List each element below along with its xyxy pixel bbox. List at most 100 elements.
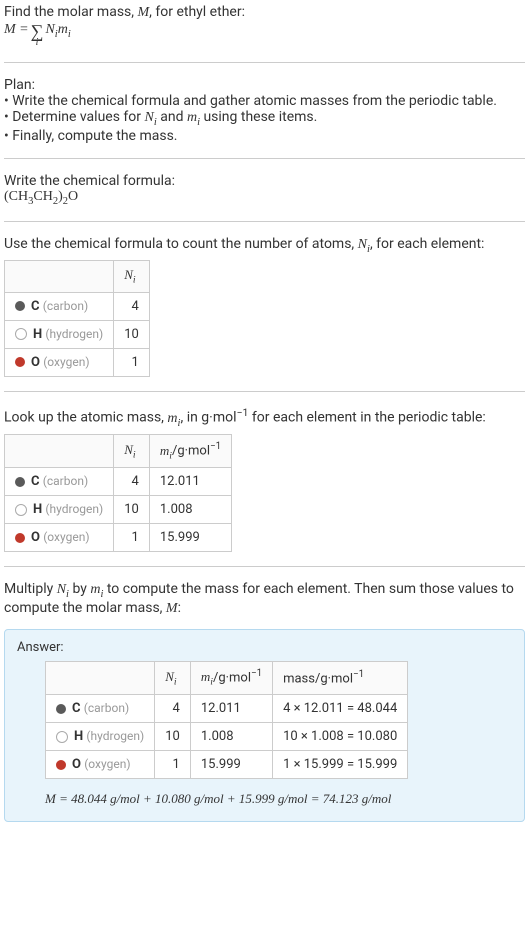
table-row: C (carbon) 4 12.011 bbox=[5, 468, 232, 496]
N-value: 4 bbox=[114, 292, 150, 320]
elem-name: (oxygen) bbox=[43, 530, 89, 544]
lookup-section: Look up the atomic mass, mi, in g·mol−1 … bbox=[4, 406, 525, 552]
element-cell: C (carbon) bbox=[46, 695, 155, 723]
h-m-unit: /g·mol bbox=[172, 444, 210, 459]
multiply-section: Multiply Ni by mi to compute the mass fo… bbox=[4, 581, 525, 617]
count-section: Use the chemical formula to count the nu… bbox=[4, 236, 525, 377]
plan-bullet-3: • Finally, compute the mass. bbox=[4, 128, 525, 144]
elem-sym: H bbox=[33, 327, 42, 342]
plan-b2-a: • Determine values for bbox=[4, 109, 144, 125]
oxygen-dot-icon bbox=[15, 357, 25, 367]
answer-table: Ni mi/g·mol−1 mass/g·mol−1 C (carbon) 4 … bbox=[45, 661, 408, 779]
elem-name: (hydrogen) bbox=[86, 729, 144, 743]
element-cell: O (oxygen) bbox=[46, 751, 155, 779]
table-row: O (oxygen) 1 15.999 1 × 15.999 = 15.999 bbox=[46, 751, 408, 779]
eq-m: m bbox=[58, 22, 68, 37]
lookup-b: , in g·mol bbox=[180, 410, 236, 426]
sigma-icon: ∑ i bbox=[31, 22, 44, 48]
mult-M: M bbox=[166, 601, 178, 616]
table-row: H (hydrogen) 10 1.008 bbox=[5, 496, 232, 524]
mass-header: mass/g·mol−1 bbox=[273, 662, 408, 695]
intro-text-a: Find the molar mass, bbox=[4, 4, 138, 20]
mass-value: 10 × 1.008 = 10.080 bbox=[273, 723, 408, 751]
h-N-sub: i bbox=[133, 450, 136, 461]
h-m-unit: /g·mol bbox=[213, 670, 251, 685]
mult-d: : bbox=[178, 600, 181, 616]
N-value: 1 bbox=[155, 751, 191, 779]
h-N-sub: i bbox=[133, 275, 136, 286]
formula-section: Write the chemical formula: (CH3CH2)2O bbox=[4, 173, 525, 207]
m-value: 1.008 bbox=[149, 496, 231, 524]
lookup-line: Look up the atomic mass, mi, in g·mol−1 … bbox=[4, 406, 525, 428]
table-row: C (carbon) 4 bbox=[5, 292, 150, 320]
elem-sym: O bbox=[72, 757, 81, 772]
Ni-header: Ni bbox=[114, 261, 150, 293]
mult-m: m bbox=[90, 582, 100, 597]
mi-header: mi/g·mol−1 bbox=[190, 662, 272, 695]
elem-name: (oxygen) bbox=[84, 757, 130, 771]
table-row: O (oxygen) 1 15.999 bbox=[5, 524, 232, 552]
h-N: N bbox=[165, 669, 174, 684]
elem-sym: O bbox=[31, 530, 40, 545]
N-value: 10 bbox=[114, 320, 150, 348]
h-m: m bbox=[160, 443, 169, 458]
count-table: Ni C (carbon) 4 H (hydrogen) 10 O (oxyge… bbox=[4, 260, 150, 377]
carbon-dot-icon bbox=[56, 704, 66, 714]
elem-name: (hydrogen) bbox=[45, 327, 103, 341]
N-value: 10 bbox=[155, 723, 191, 751]
answer-box: Answer: Ni mi/g·mol−1 mass/g·mol−1 C (ca… bbox=[4, 629, 525, 822]
mult-N: N bbox=[57, 582, 66, 597]
h-m-unit-sup: −1 bbox=[251, 668, 262, 679]
element-cell: H (hydrogen) bbox=[46, 723, 155, 751]
count-Ni: Ni bbox=[358, 237, 370, 252]
elem-name: (carbon) bbox=[43, 474, 88, 488]
hydrogen-dot-icon bbox=[15, 328, 27, 340]
intro-section: Find the molar mass, M, for ethyl ether:… bbox=[4, 4, 525, 48]
molar-mass-equation: M = ∑ i Nimi bbox=[4, 22, 71, 48]
divider bbox=[4, 62, 525, 63]
chem-d: O bbox=[68, 189, 78, 204]
N-value: 4 bbox=[155, 695, 191, 723]
formula-title: Write the chemical formula: bbox=[4, 173, 525, 189]
elem-name: (carbon) bbox=[84, 701, 129, 715]
intro-line: Find the molar mass, M, for ethyl ether: bbox=[4, 4, 525, 21]
elem-name: (oxygen) bbox=[43, 355, 89, 369]
N-value: 10 bbox=[114, 496, 150, 524]
elem-sym: C bbox=[31, 474, 40, 489]
plan-section: Plan: • Write the chemical formula and g… bbox=[4, 77, 525, 144]
elem-name: (carbon) bbox=[43, 299, 88, 313]
mass-value: 1 × 15.999 = 15.999 bbox=[273, 751, 408, 779]
elem-sym: H bbox=[74, 729, 83, 744]
plan-N: N bbox=[144, 110, 153, 125]
Ni-header: Ni bbox=[114, 435, 150, 468]
carbon-dot-icon bbox=[15, 301, 25, 311]
sigma-sub: i bbox=[36, 38, 39, 48]
h-m-unit-sup: −1 bbox=[210, 441, 221, 452]
blank-header bbox=[5, 261, 114, 293]
plan-b2-b: and bbox=[157, 109, 187, 125]
Ni-header: Ni bbox=[155, 662, 191, 695]
plan-bullet-1: • Write the chemical formula and gather … bbox=[4, 93, 525, 109]
carbon-dot-icon bbox=[15, 477, 25, 487]
m-value: 15.999 bbox=[190, 751, 272, 779]
plan-b2-c: using these items. bbox=[200, 109, 317, 125]
divider bbox=[4, 221, 525, 222]
element-cell: C (carbon) bbox=[5, 468, 114, 496]
N-value: 1 bbox=[114, 348, 150, 376]
elem-sym: H bbox=[33, 502, 42, 517]
divider bbox=[4, 158, 525, 159]
eq-m-sub: i bbox=[68, 29, 71, 40]
mass-value: 4 × 12.011 = 48.044 bbox=[273, 695, 408, 723]
lookup-table: Ni m i/g·mol−1 C (carbon) 4 12.011 H (hyd… bbox=[4, 434, 232, 552]
mult-b: by bbox=[69, 581, 90, 597]
count-N: N bbox=[358, 237, 367, 252]
oxygen-dot-icon bbox=[15, 533, 25, 543]
table-row: H (hydrogen) 10 bbox=[5, 320, 150, 348]
element-cell: O (oxygen) bbox=[5, 524, 114, 552]
eq-Ni: Nimi bbox=[45, 22, 70, 40]
element-cell: C (carbon) bbox=[5, 292, 114, 320]
multiply-line: Multiply Ni by mi to compute the mass fo… bbox=[4, 581, 525, 617]
count-a: Use the chemical formula to count the nu… bbox=[4, 236, 358, 252]
hydrogen-dot-icon bbox=[15, 504, 27, 516]
element-cell: H (hydrogen) bbox=[5, 496, 114, 524]
